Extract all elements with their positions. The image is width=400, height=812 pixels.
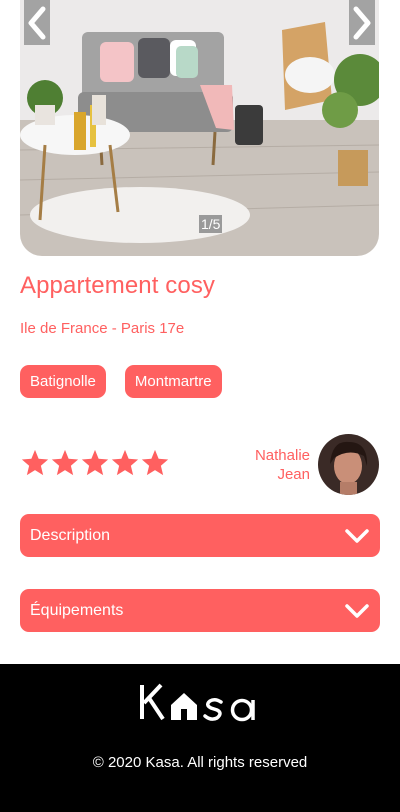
host-name: Nathalie Jean [255, 446, 310, 484]
chevron-right-icon [353, 6, 371, 39]
host-info: Nathalie Jean [255, 434, 379, 495]
host-first-name: Nathalie [254, 446, 310, 464]
rating-stars [20, 448, 170, 478]
chevron-down-icon [345, 528, 369, 543]
previous-image-button[interactable] [24, 0, 50, 45]
tag-list: Batignolle Montmartre [20, 365, 222, 398]
description-dropdown[interactable]: Description [20, 514, 380, 557]
copyright-text: © 2020 Kasa. All rights reserved [92, 754, 308, 771]
tag-item: Batignolle [20, 365, 106, 398]
star-icon [81, 449, 109, 476]
listing-title: Appartement cosy [20, 272, 216, 299]
next-image-button[interactable] [349, 0, 375, 45]
tag-item: Montmartre [124, 365, 222, 398]
star-icon [111, 449, 139, 476]
host-last-name: Jean [277, 465, 310, 483]
star-icon [21, 449, 49, 476]
kasa-logo [140, 683, 255, 722]
chevron-down-icon [345, 603, 369, 618]
image-counter: 1/5 [199, 215, 223, 233]
description-dropdown-label: Description [30, 526, 111, 544]
host-avatar [318, 434, 379, 495]
listing-location: Ile de France - Paris 17e [20, 320, 185, 337]
star-icon [141, 449, 169, 476]
chevron-left-icon [28, 6, 46, 39]
equipment-dropdown[interactable]: Équipements [20, 589, 380, 632]
equipment-dropdown-label: Équipements [30, 601, 124, 619]
image-carousel: 1/5 [20, 0, 379, 256]
star-icon [51, 449, 79, 476]
